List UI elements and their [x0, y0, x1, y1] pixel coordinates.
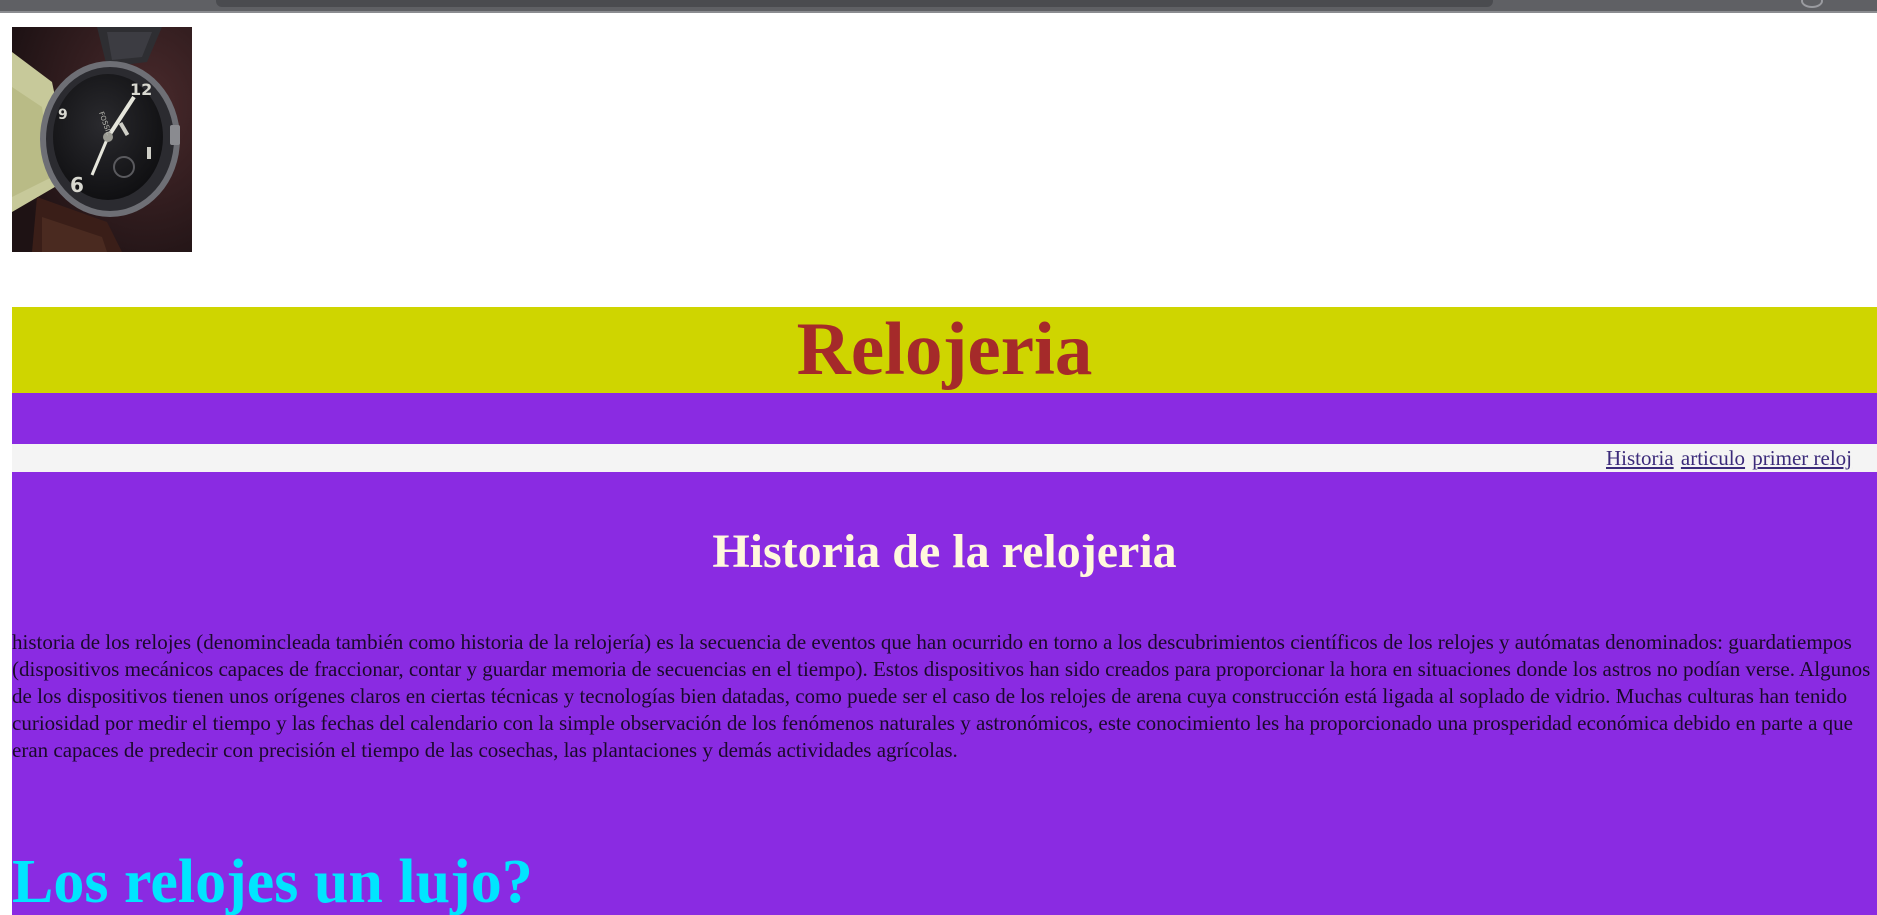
nav-link-historia[interactable]: Historia	[1606, 446, 1674, 470]
luxury-section-title: Los relojes un lujo?	[12, 848, 533, 915]
svg-text:6: 6	[70, 173, 84, 197]
site-title: Relojeria	[796, 308, 1093, 391]
main-content: Historia de la relojeria historia de los…	[12, 472, 1877, 915]
svg-text:12: 12	[130, 80, 152, 99]
nav-bar: Historia articulo primer reloj	[12, 444, 1877, 472]
nav-link-articulo[interactable]: articulo	[1681, 446, 1745, 470]
svg-text:9: 9	[58, 107, 68, 123]
nav-links: Historia articulo primer reloj	[1606, 444, 1854, 472]
nav-link-primer-reloj[interactable]: primer reloj	[1752, 446, 1852, 470]
profile-icon	[1801, 0, 1823, 8]
wristwatch-photo: 6 12 9 FOSSIL	[12, 27, 192, 252]
address-bar-edge	[216, 0, 1493, 7]
header-spacer-band	[12, 393, 1877, 444]
header-banner: Relojeria	[12, 307, 1877, 393]
browser-toolbar-edge	[0, 0, 1877, 13]
wristwatch-icon: 6 12 9 FOSSIL	[12, 27, 192, 252]
page: 6 12 9 FOSSIL Relojeria Historia articul…	[12, 13, 1877, 915]
section-title: Historia de la relojeria	[712, 525, 1177, 578]
history-paragraph: historia de los relojes (denomincleada t…	[12, 630, 1871, 762]
